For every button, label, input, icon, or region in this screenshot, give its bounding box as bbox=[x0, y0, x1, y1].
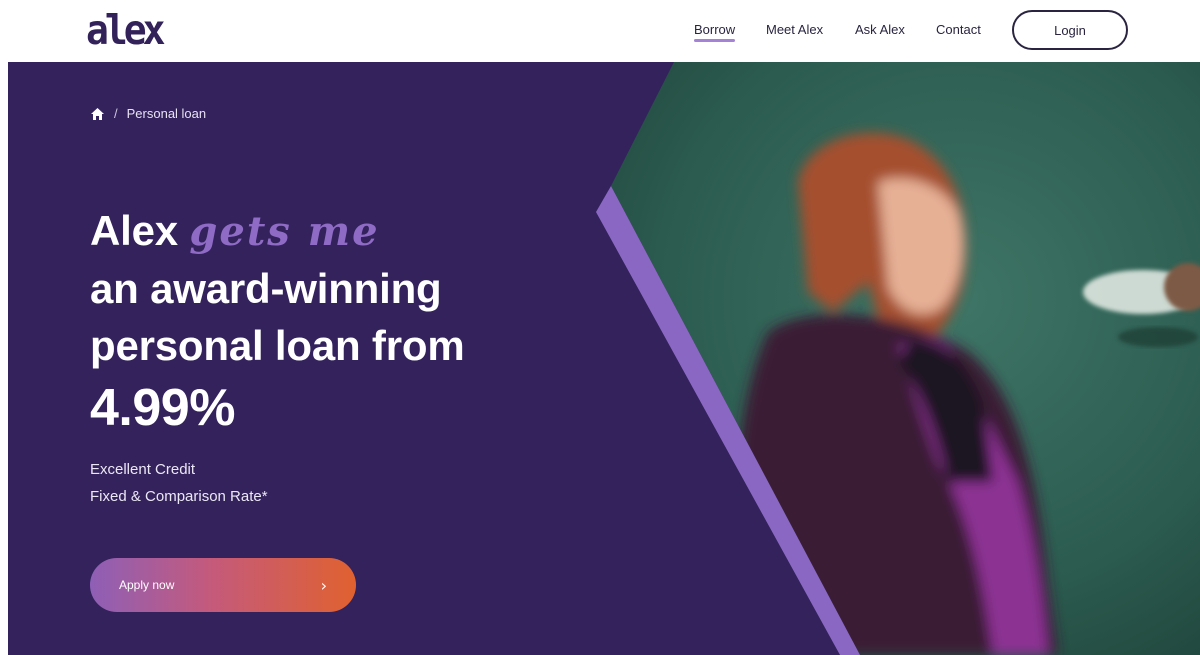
headline-script: gets me bbox=[189, 208, 380, 255]
nav-borrow[interactable]: Borrow bbox=[694, 22, 736, 42]
headline-line2: an award-winning bbox=[90, 265, 442, 312]
home-icon[interactable] bbox=[90, 107, 105, 121]
rate-desc-line2: Fixed & Comparison Rate* bbox=[90, 488, 268, 505]
rate-desc-line1: Excellent Credit bbox=[90, 461, 196, 478]
breadcrumb-separator: / bbox=[114, 106, 118, 121]
nav-meet-alex[interactable]: Meet Alex bbox=[766, 22, 823, 37]
apply-now-label: Apply now bbox=[119, 578, 175, 592]
hero-headline: Alex gets me an award-winning personal l… bbox=[90, 202, 465, 374]
apply-now-button[interactable]: Apply now › bbox=[90, 558, 356, 612]
page: alex Borrow Meet Alex Ask Alex Contact L… bbox=[0, 0, 1200, 655]
breadcrumb-current: Personal loan bbox=[126, 106, 207, 121]
breadcrumb: / Personal loan bbox=[90, 106, 206, 121]
login-button[interactable]: Login bbox=[1012, 10, 1128, 50]
hero-banner: / Personal loan Alex gets me an award-wi… bbox=[8, 62, 1200, 655]
site-header: alex Borrow Meet Alex Ask Alex Contact L… bbox=[0, 0, 1200, 62]
rate-value: 4.99% bbox=[90, 379, 235, 437]
nav-ask-alex[interactable]: Ask Alex bbox=[855, 22, 905, 37]
headline-start: Alex bbox=[90, 207, 178, 254]
rate-description: Excellent Credit Fixed & Comparison Rate… bbox=[90, 456, 268, 510]
headline-line3: personal loan from bbox=[90, 322, 465, 369]
nav-contact[interactable]: Contact bbox=[936, 22, 981, 37]
chevron-right-icon: › bbox=[320, 575, 327, 595]
